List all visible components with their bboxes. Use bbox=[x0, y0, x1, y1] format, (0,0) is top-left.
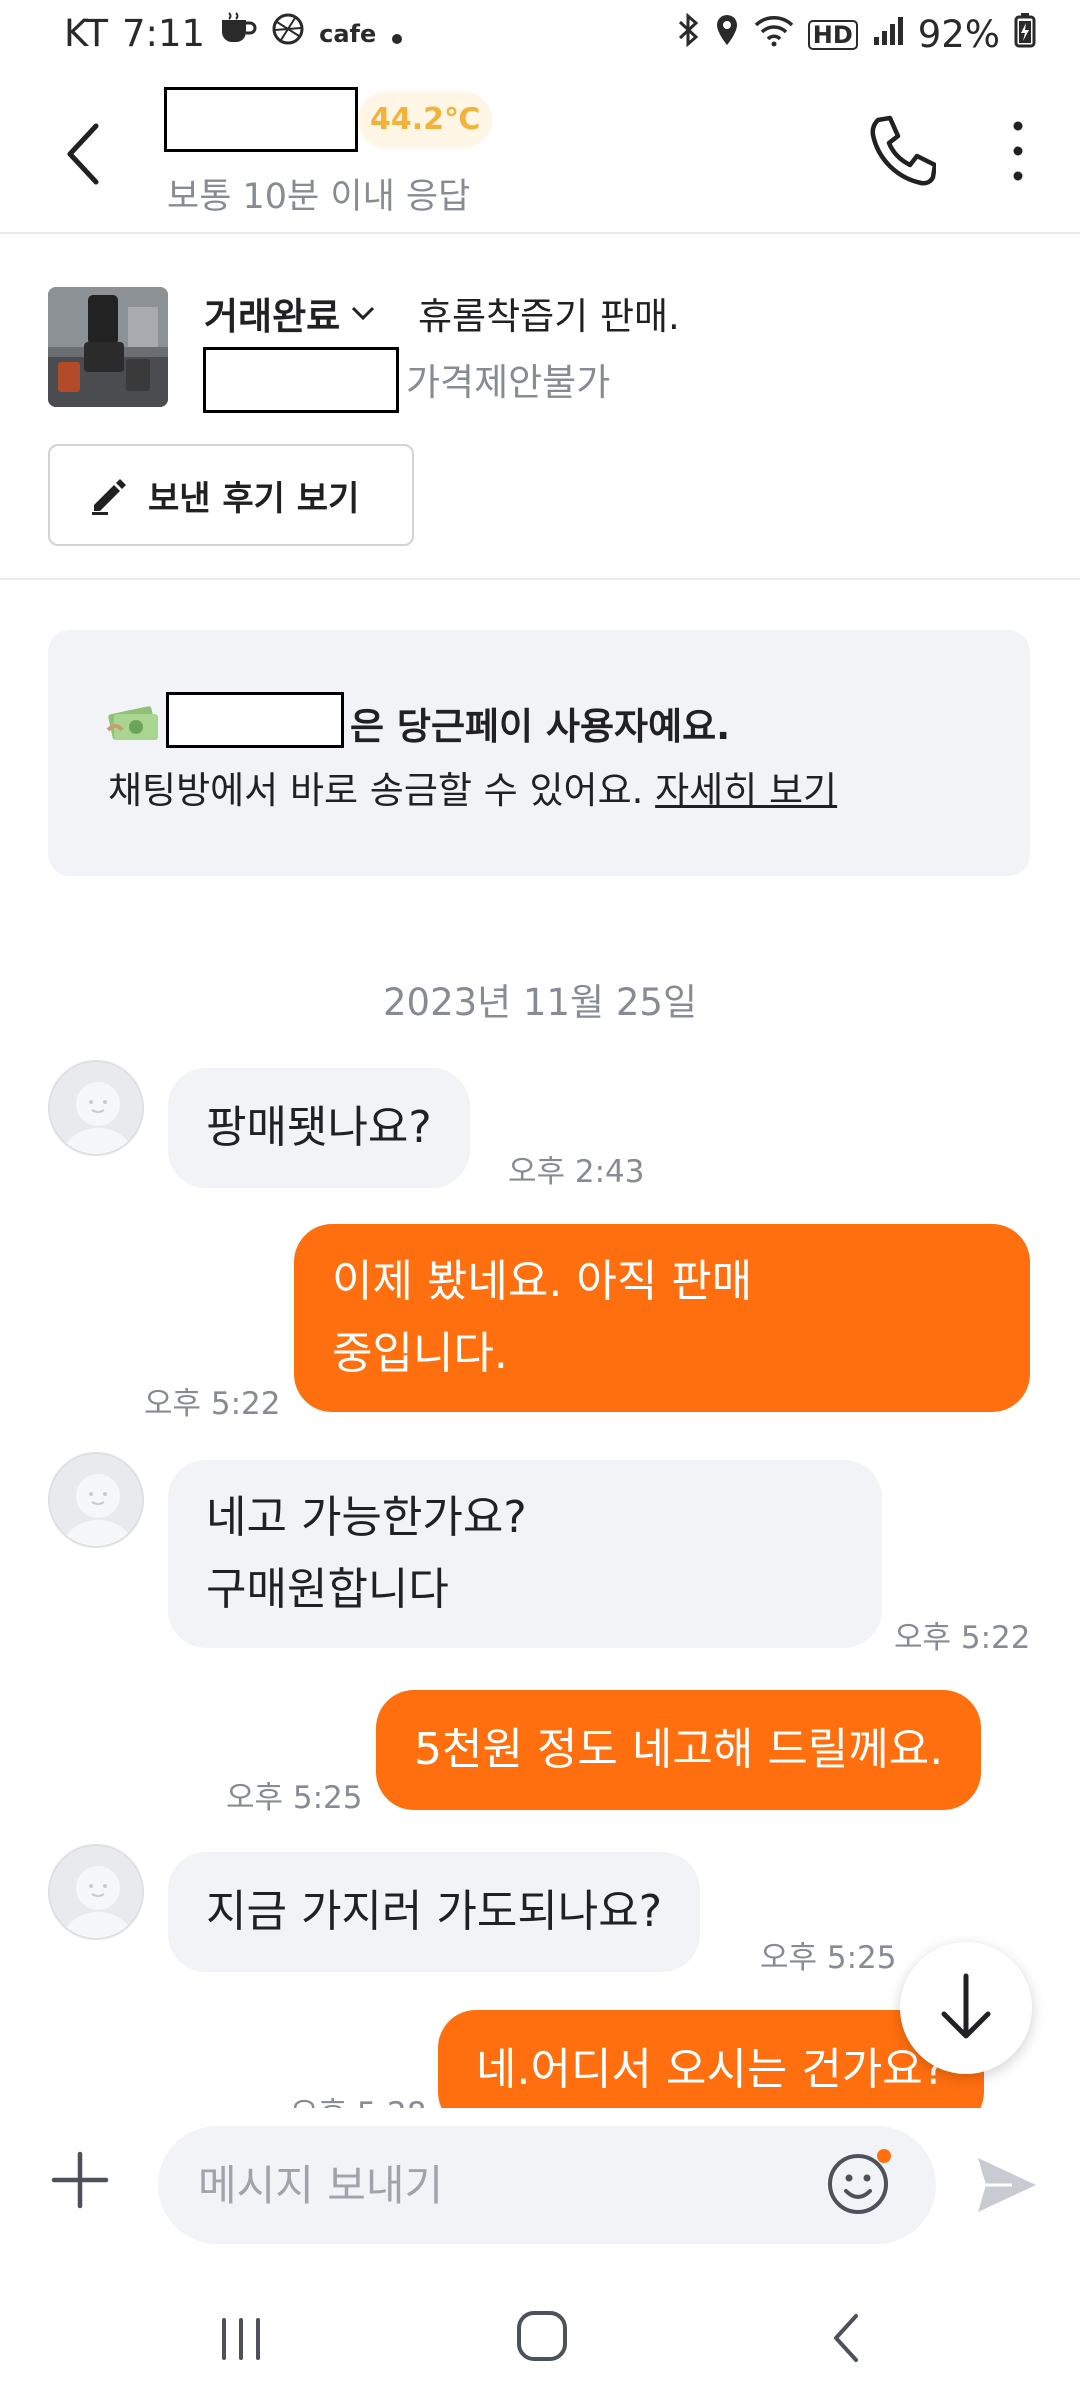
send-button[interactable] bbox=[972, 2150, 1042, 2220]
message-input-bar bbox=[0, 2108, 1080, 2258]
message-text: 5천원 정도 네고해 드릴께요. bbox=[414, 1724, 944, 1775]
sender-avatar[interactable] bbox=[48, 1452, 144, 1548]
pay-notice-title: 은 당근페이 사용자예요. bbox=[350, 705, 731, 748]
scroll-to-bottom-button[interactable] bbox=[900, 1942, 1032, 2074]
message-text: 중입니다. bbox=[332, 1328, 508, 1379]
message-time: 오후 5:25 bbox=[760, 1940, 897, 1976]
date-separator: 2023년 11월 25일 bbox=[383, 981, 697, 1024]
message-text: 이제 봤네요. 아직 판매 bbox=[332, 1256, 753, 1307]
smiley-icon bbox=[828, 2149, 891, 2214]
recent-apps-icon bbox=[222, 2318, 260, 2360]
message-bubble-incoming: 네고 가능한가요? 구매원합니다 bbox=[168, 1460, 882, 1648]
system-nav-bar bbox=[0, 2258, 1080, 2408]
message-time: 오후 5:25 bbox=[226, 1780, 363, 1816]
message-bubble-incoming: 지금 가지러 가도되나요? bbox=[168, 1852, 701, 1972]
home-icon bbox=[517, 2311, 567, 2361]
message-text: 지금 가지러 가도되나요? bbox=[206, 1886, 663, 1937]
plus-icon bbox=[51, 2151, 109, 2209]
money-bundle-icon bbox=[106, 700, 162, 744]
message-time: 오후 5:22 bbox=[144, 1386, 281, 1422]
pay-notice-body: 채팅방에서 바로 송금할 수 있어요. 자세히 보기 bbox=[108, 760, 837, 814]
attach-button[interactable] bbox=[48, 2148, 112, 2212]
message-bubble-outgoing: 5천원 정도 네고해 드릴께요. bbox=[376, 1690, 982, 1810]
recent-apps-button[interactable] bbox=[216, 2314, 266, 2364]
arrow-down-icon bbox=[941, 1973, 991, 2039]
default-avatar-icon bbox=[62, 1082, 134, 1154]
default-avatar-icon bbox=[62, 1474, 134, 1546]
emoji-button[interactable] bbox=[822, 2146, 894, 2218]
karrot-pay-notice: 은 당근페이 사용자예요. 채팅방에서 바로 송금할 수 있어요. 자세히 보기 bbox=[48, 630, 1030, 876]
message-bubble-outgoing: 이제 봤네요. 아직 판매 중입니다. bbox=[294, 1224, 1030, 1412]
pay-notice-text: 채팅방에서 바로 송금할 수 있어요. bbox=[108, 769, 644, 812]
sender-avatar[interactable] bbox=[48, 1844, 144, 1940]
redacted-pay-username bbox=[166, 692, 344, 748]
message-time: 오후 2:43 bbox=[508, 1154, 645, 1190]
message-time: 오후 5:28 bbox=[290, 2088, 427, 2108]
sender-avatar[interactable] bbox=[48, 1060, 144, 1156]
chat-scroll-area[interactable]: 은 당근페이 사용자예요. 채팅방에서 바로 송금할 수 있어요. 자세히 보기… bbox=[0, 0, 1080, 2108]
message-input[interactable] bbox=[158, 2126, 936, 2244]
message-bubble-incoming: 팡매됏나요? bbox=[168, 1068, 470, 1188]
system-back-button[interactable] bbox=[826, 2310, 866, 2366]
send-arrow-icon bbox=[978, 2158, 1036, 2212]
message-time: 오후 5:22 bbox=[894, 1620, 1031, 1656]
pay-details-link[interactable]: 자세히 보기 bbox=[655, 769, 837, 812]
message-text: 네고 가능한가요? bbox=[206, 1492, 527, 1543]
message-text: 구매원합니다 bbox=[206, 1564, 449, 1615]
message-text: 팡매됏나요? bbox=[206, 1102, 432, 1153]
message-text: 네.어디서 오시는 건가요? bbox=[476, 2044, 947, 2095]
default-avatar-icon bbox=[62, 1866, 134, 1938]
system-back-icon bbox=[834, 2314, 858, 2362]
home-button[interactable] bbox=[514, 2308, 570, 2364]
